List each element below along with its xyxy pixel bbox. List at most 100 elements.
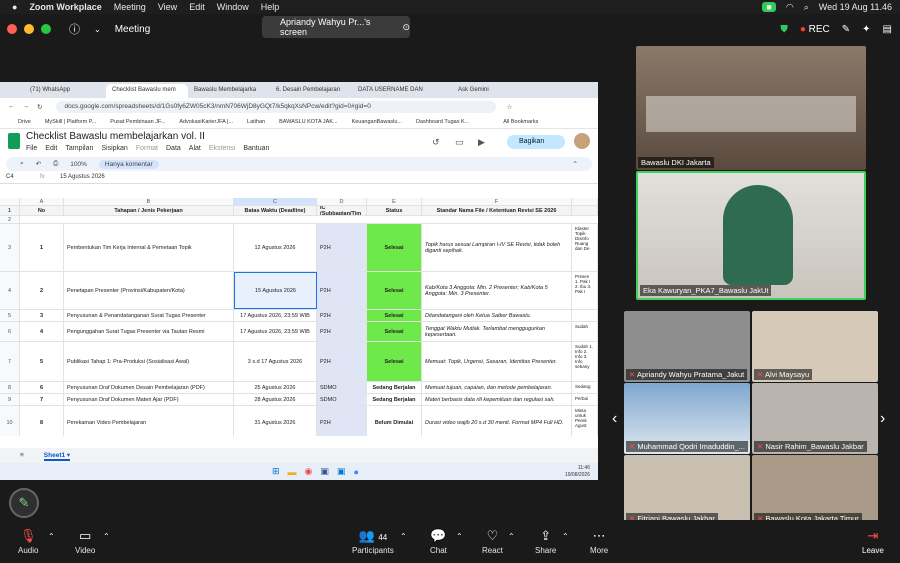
- react-button[interactable]: ♡ React: [482, 528, 503, 555]
- row-number[interactable]: 10: [0, 406, 20, 436]
- zoom-select[interactable]: 100%: [70, 161, 87, 168]
- print-icon[interactable]: ⎙: [53, 160, 58, 168]
- cell-status[interactable]: Belum Dimulai: [367, 406, 422, 436]
- all-bookmarks[interactable]: All Bookmarks: [503, 119, 538, 125]
- menu-help[interactable]: Help: [261, 2, 280, 12]
- tab-bawaslu[interactable]: Bawaslu Membelajarka: [188, 84, 270, 98]
- share-button[interactable]: Bagikan: [507, 135, 565, 149]
- col-c[interactable]: C: [234, 198, 317, 205]
- cell-no[interactable]: 5: [20, 342, 64, 381]
- cell-pic[interactable]: P2H: [317, 224, 367, 271]
- cell-pic[interactable]: SDMO: [317, 382, 367, 393]
- row-number[interactable]: 4: [0, 272, 20, 309]
- col-f[interactable]: F: [422, 198, 572, 205]
- windows-start-icon[interactable]: ⊞: [272, 466, 280, 477]
- cell-extra[interactable]: Sudah: [572, 322, 598, 341]
- header-pic[interactable]: IC (Subbagian/Tim: [317, 206, 367, 215]
- cell-extra[interactable]: Perbai: [572, 394, 598, 405]
- cell-pic[interactable]: P2H: [317, 272, 367, 309]
- ai-companion-icon[interactable]: ✦: [862, 24, 870, 35]
- recording-indicator[interactable]: ● REC: [800, 24, 830, 35]
- chat-button[interactable]: 💬 Chat: [430, 528, 447, 555]
- cell-pic[interactable]: SDMO: [317, 394, 367, 405]
- comment-icon[interactable]: ▭: [455, 137, 464, 148]
- cell-task[interactable]: Penyusunan Draf Dokumen Materi Ajar (PDF…: [64, 394, 234, 405]
- cell-deadline[interactable]: 17 Agustus 2026, 23:59 WIB: [234, 310, 317, 321]
- bookmark-drive[interactable]: Drive: [18, 119, 31, 125]
- cell-note[interactable]: Materi berbasis data riil kepemiluan dan…: [422, 394, 572, 405]
- cell-no[interactable]: 6: [20, 382, 64, 393]
- meet-icon[interactable]: ▶: [478, 137, 485, 148]
- screen-share-indicator[interactable]: Apriandy Wahyu Pr...'s screen ⊙: [262, 16, 410, 38]
- cell-no[interactable]: 3: [20, 310, 64, 321]
- minimize-window-button[interactable]: [24, 24, 34, 34]
- bookmark-myskill[interactable]: MySkill | Platform P...: [45, 119, 96, 125]
- word-icon[interactable]: ▣: [320, 466, 329, 477]
- row-number[interactable]: 5: [0, 310, 20, 321]
- search-icon[interactable]: ⌕: [804, 2, 809, 13]
- video-button[interactable]: ▭ Video: [75, 528, 95, 555]
- cell-status[interactable]: Sedang Berjalan: [367, 382, 422, 393]
- cell-deadline[interactable]: 12 Agustus 2026: [234, 224, 317, 271]
- share-options-icon[interactable]: ⌃: [562, 532, 569, 541]
- cell-deadline[interactable]: 31 Agustus 2026: [234, 406, 317, 436]
- participant-tile[interactable]: ✕ Apriandy Wahyu Pratama_Jakut: [624, 311, 750, 382]
- audio-button[interactable]: 🎙 Audio: [18, 528, 38, 555]
- formula-input[interactable]: 15 Agustus 2026: [60, 174, 105, 180]
- cell-no[interactable]: 1: [20, 224, 64, 271]
- next-page-icon[interactable]: ›: [880, 410, 885, 428]
- cell-no[interactable]: 4: [20, 322, 64, 341]
- cell-deadline[interactable]: 25 Agustus 2026: [234, 382, 317, 393]
- menu-data[interactable]: Data: [166, 145, 181, 152]
- cell-no[interactable]: 2: [20, 272, 64, 309]
- camera-status-icon[interactable]: ■: [762, 2, 776, 12]
- tab-checklist[interactable]: Checklist Bawaslu mem: [106, 84, 188, 98]
- cell-pic[interactable]: P2H: [317, 342, 367, 381]
- row-number[interactable]: 9: [0, 394, 20, 405]
- col-a[interactable]: A: [20, 198, 64, 205]
- bookmark-dashboard[interactable]: Dashboard Tugas K...: [416, 119, 469, 125]
- cell-extra[interactable]: Minta untuk Perek Agust: [572, 406, 598, 436]
- participant-tile[interactable]: ✕ Muhammad Qodri Imaduddin_...: [624, 383, 750, 454]
- header-status[interactable]: Status: [367, 206, 422, 215]
- cell-task[interactable]: Penyusunan & Penandatanganan Surat Tugas…: [64, 310, 234, 321]
- bookmark-keuangan[interactable]: KeuanganBawaslu...: [352, 119, 402, 125]
- cell-note[interactable]: Tenggat Waktu Mutlak. Terlambat menggugu…: [422, 322, 572, 341]
- forward-icon[interactable]: →: [23, 103, 30, 110]
- menu-format[interactable]: Format: [136, 145, 158, 152]
- chrome-icon[interactable]: ◉: [305, 466, 313, 477]
- cell-deadline[interactable]: 3 s.d 17 Agustus 2026: [234, 342, 317, 381]
- bookmark-latihan[interactable]: Latihan: [247, 119, 265, 125]
- row-number[interactable]: 8: [0, 382, 20, 393]
- header-task[interactable]: Tahapan / Jenis Pekerjaan: [64, 206, 234, 215]
- menu-bantuan[interactable]: Bantuan: [243, 145, 269, 152]
- zoom-app-icon[interactable]: ●: [353, 467, 358, 477]
- bookmark-star-icon[interactable]: ☆: [506, 103, 512, 111]
- tab-whatsapp[interactable]: (71) WhatsApp: [24, 84, 106, 98]
- cell-status[interactable]: Selesai: [367, 310, 422, 321]
- ask-gemini-button[interactable]: Ask Gemini: [452, 84, 534, 98]
- participants-options-icon[interactable]: ⌃: [400, 532, 407, 541]
- col-g[interactable]: [572, 198, 598, 205]
- file-explorer-icon[interactable]: ▬: [288, 467, 297, 477]
- bookmark-advokasi[interactable]: AdvokasiKarierJFA |...: [179, 119, 233, 125]
- menu-file[interactable]: File: [26, 145, 37, 152]
- participant-tile[interactable]: ✕ Fitriani Bawaslu Jakbar: [624, 455, 750, 526]
- cell-deadline[interactable]: 15 Agustus 2026: [234, 272, 317, 309]
- undo-icon[interactable]: ↶: [36, 160, 41, 168]
- name-box[interactable]: C4: [0, 174, 40, 180]
- menu-sisipkan[interactable]: Sisipkan: [101, 145, 127, 152]
- video-options-icon[interactable]: ⌃: [103, 532, 110, 541]
- sheets-logo-icon[interactable]: [8, 133, 20, 149]
- document-title[interactable]: Checklist Bawaslu membelajarkan vol. II: [26, 131, 205, 142]
- cell-extra[interactable]: Presen 1. Pak I 2. Ibu 3. Pak I: [572, 272, 598, 309]
- comment-only-mode[interactable]: Hanya komentar: [98, 159, 159, 169]
- menu-edit-sheet[interactable]: Edit: [45, 145, 57, 152]
- add-sheet-icon[interactable]: ≡: [20, 452, 24, 459]
- collapse-toolbar-icon[interactable]: ⌃: [573, 160, 578, 168]
- cell-task[interactable]: Pengunggahan Surat Tugas Presenter via T…: [64, 322, 234, 341]
- participant-tile[interactable]: ✕ Bawaslu Kota Jakarta Timur: [752, 455, 878, 526]
- cell-deadline[interactable]: 17 Agustus 2026, 23:59 WIB: [234, 322, 317, 341]
- cell-no[interactable]: 7: [20, 394, 64, 405]
- layout-icon[interactable]: ▤: [883, 24, 892, 35]
